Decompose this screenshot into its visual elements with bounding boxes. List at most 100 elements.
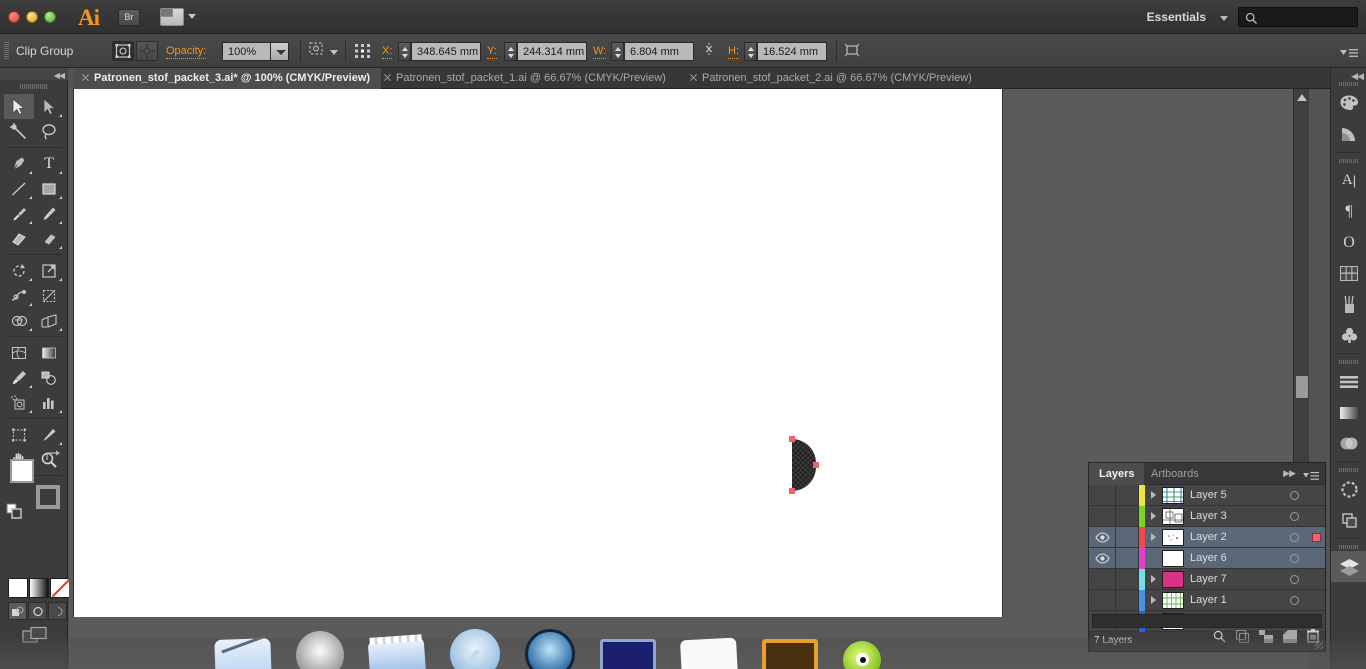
toolbox-grip[interactable] bbox=[20, 84, 48, 89]
visibility-toggle[interactable] bbox=[1089, 547, 1116, 569]
table-row[interactable]: Layer 7 bbox=[1089, 568, 1325, 590]
gradient-swatch-icon[interactable] bbox=[29, 578, 49, 598]
perspective-grid-tool[interactable] bbox=[34, 308, 64, 333]
visibility-toggle[interactable] bbox=[1089, 484, 1116, 506]
document-tab[interactable]: Patronen_stof_packet_3.ai* @ 100% (CMYK/… bbox=[74, 68, 382, 89]
maximize-window-button[interactable] bbox=[44, 11, 56, 23]
appearance-panel-icon[interactable] bbox=[1331, 474, 1366, 505]
target-indicator[interactable] bbox=[1281, 511, 1307, 521]
close-icon[interactable] bbox=[81, 73, 90, 82]
pen-tool[interactable] bbox=[4, 151, 34, 176]
expand-layer-icon[interactable] bbox=[1145, 569, 1162, 590]
stroke-swatch[interactable] bbox=[36, 485, 60, 509]
symbols-panel-icon[interactable] bbox=[1331, 320, 1366, 351]
close-icon[interactable] bbox=[383, 73, 392, 82]
target-indicator[interactable] bbox=[1281, 595, 1307, 605]
rail-grip-1[interactable] bbox=[1338, 82, 1359, 86]
layers-list[interactable]: Layer 5 Layer 3 Layer 2 Layer 6 Layer 7 … bbox=[1089, 484, 1325, 632]
scale-tool[interactable] bbox=[34, 258, 64, 283]
lock-toggle[interactable] bbox=[1116, 526, 1139, 548]
expand-panels-icon[interactable]: ◀◀ bbox=[1351, 71, 1364, 82]
rotate-tool[interactable] bbox=[4, 258, 34, 283]
bridge-button[interactable]: Br bbox=[118, 9, 140, 26]
none-swatch-icon[interactable] bbox=[50, 578, 71, 598]
color-panel-icon[interactable] bbox=[1331, 88, 1366, 119]
edit-clipping-path-icon[interactable] bbox=[136, 41, 158, 61]
visibility-toggle[interactable] bbox=[1089, 589, 1116, 611]
pathfinder-panel-icon[interactable] bbox=[1331, 505, 1366, 536]
character-panel-icon[interactable]: A | bbox=[1331, 165, 1366, 196]
rail-grip-3[interactable] bbox=[1338, 360, 1359, 364]
lock-toggle[interactable] bbox=[1116, 568, 1139, 590]
tool-flyout-indicator[interactable] bbox=[59, 114, 62, 117]
w-input[interactable]: 6.804 mm bbox=[624, 42, 694, 61]
constrain-proportions-icon[interactable] bbox=[700, 41, 722, 61]
anchor-point[interactable] bbox=[813, 462, 819, 468]
workspace-switcher[interactable]: Essentials bbox=[1139, 8, 1214, 27]
lock-toggle[interactable] bbox=[1116, 547, 1139, 569]
blend-tool[interactable] bbox=[34, 365, 64, 390]
arrange-documents-icon[interactable] bbox=[160, 8, 184, 26]
close-icon[interactable] bbox=[689, 73, 698, 82]
expand-layer-icon[interactable] bbox=[1145, 506, 1162, 527]
minimize-window-button[interactable] bbox=[26, 11, 38, 23]
scroll-up-arrow[interactable] bbox=[1297, 94, 1307, 101]
visibility-toggle[interactable] bbox=[1089, 568, 1116, 590]
align-panel-icon[interactable] bbox=[1331, 366, 1366, 397]
layer-name[interactable]: Layer 7 bbox=[1190, 573, 1281, 585]
isolate-selected-object-icon[interactable] bbox=[112, 41, 134, 61]
opacity-dropdown-icon[interactable] bbox=[270, 42, 289, 61]
brushes-panel-icon[interactable] bbox=[1331, 289, 1366, 320]
locate-object-icon[interactable] bbox=[1213, 630, 1226, 648]
table-row[interactable]: Layer 1 bbox=[1089, 589, 1325, 611]
recolor-artwork-icon[interactable] bbox=[308, 41, 330, 61]
change-screen-mode-icon[interactable] bbox=[22, 626, 48, 651]
y-stepper[interactable] bbox=[504, 42, 517, 61]
rectangle-tool[interactable] bbox=[34, 176, 64, 201]
draw-behind-icon[interactable] bbox=[28, 602, 47, 620]
transparency-panel-icon[interactable] bbox=[1331, 428, 1366, 459]
panel-menu-icon[interactable] bbox=[1340, 46, 1358, 64]
glyphs-panel-icon[interactable]: O bbox=[1331, 227, 1366, 258]
document-tab[interactable]: Patronen_stof_packet_2.ai @ 66.67% (CMYK… bbox=[682, 68, 983, 89]
expand-layer-icon[interactable] bbox=[1145, 527, 1162, 548]
collapse-panel-icon[interactable]: ▶▶ bbox=[1283, 468, 1296, 479]
recolor-chevron-down-icon[interactable] bbox=[330, 50, 338, 55]
swap-fill-stroke-icon[interactable] bbox=[44, 449, 62, 463]
blob-brush-tool[interactable] bbox=[4, 226, 34, 251]
table-row[interactable]: Layer 2 bbox=[1089, 526, 1325, 548]
anchor-point[interactable] bbox=[789, 488, 795, 494]
swatches-panel-icon[interactable] bbox=[1331, 258, 1366, 289]
h-stepper[interactable] bbox=[744, 42, 757, 61]
table-row[interactable]: Layer 3 bbox=[1089, 505, 1325, 527]
anchor-point[interactable] bbox=[789, 436, 795, 442]
paragraph-panel-icon[interactable]: ¶ bbox=[1331, 196, 1366, 227]
rail-grip-4[interactable] bbox=[1338, 468, 1359, 472]
draw-inside-icon[interactable] bbox=[48, 602, 67, 620]
target-indicator[interactable] bbox=[1281, 553, 1307, 563]
workspace-chevron-down-icon[interactable] bbox=[1220, 16, 1228, 21]
vertical-scroll-thumb[interactable] bbox=[1296, 376, 1308, 398]
x-input[interactable]: 348.645 mm bbox=[411, 42, 481, 61]
resize-grip-icon[interactable] bbox=[1315, 641, 1323, 649]
transform-reference-point-icon[interactable] bbox=[352, 41, 376, 61]
target-indicator[interactable] bbox=[1281, 574, 1307, 584]
lock-toggle[interactable] bbox=[1116, 505, 1139, 527]
document-tab[interactable]: Patronen_stof_packet_1.ai @ 66.67% (CMYK… bbox=[376, 68, 677, 89]
x-stepper[interactable] bbox=[398, 42, 411, 61]
control-bar-grip[interactable] bbox=[4, 42, 9, 60]
lock-toggle[interactable] bbox=[1116, 484, 1139, 506]
layer-name[interactable]: Layer 5 bbox=[1190, 489, 1281, 501]
gradient-panel-icon[interactable] bbox=[1331, 397, 1366, 428]
transform-panel-icon[interactable] bbox=[842, 41, 864, 61]
w-stepper[interactable] bbox=[611, 42, 624, 61]
selection-indicator[interactable] bbox=[1307, 532, 1325, 542]
selection-tool[interactable] bbox=[4, 94, 34, 119]
direct-selection-tool[interactable] bbox=[34, 94, 64, 119]
color-swatch-icon[interactable] bbox=[8, 578, 28, 598]
artboard-tool[interactable] bbox=[4, 422, 34, 447]
line-segment-tool[interactable] bbox=[4, 176, 34, 201]
type-tool[interactable]: T bbox=[34, 151, 64, 176]
table-row[interactable]: Layer 5 bbox=[1089, 484, 1325, 506]
fill-swatch[interactable] bbox=[10, 459, 34, 483]
